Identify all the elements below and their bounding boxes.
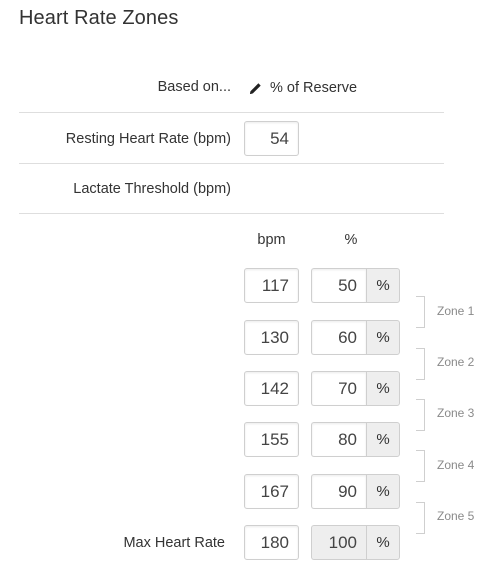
divider <box>19 213 444 214</box>
zone-percent-input[interactable]: 90 <box>311 474 366 509</box>
zone-bracket <box>416 502 425 534</box>
zone-label: Zone 1 <box>437 304 475 318</box>
percent-addon: % <box>366 320 400 355</box>
zone-bpm-input[interactable]: 117 <box>244 268 299 303</box>
zone-percent-input[interactable]: 50 <box>311 268 366 303</box>
zone-bpm-input[interactable]: 155 <box>244 422 299 457</box>
pencil-icon <box>250 82 261 94</box>
zone-percent-input[interactable]: 60 <box>311 320 366 355</box>
max-percent-group: 100 % <box>311 525 400 560</box>
resting-heart-rate-input[interactable]: 54 <box>244 121 299 156</box>
zone-bracket <box>416 450 425 482</box>
bpm-column-header: bpm <box>257 232 286 248</box>
zone-percent-input[interactable]: 80 <box>311 422 366 457</box>
max-heart-rate-label: Max Heart Rate <box>123 535 225 551</box>
based-on-selector[interactable]: % of Reserve <box>249 79 357 97</box>
percent-addon: % <box>366 525 400 560</box>
divider <box>19 112 444 113</box>
lactate-threshold-label: Lactate Threshold (bpm) <box>73 181 231 197</box>
percent-addon: % <box>366 422 400 457</box>
zone-percent-group: 70 % <box>311 371 400 406</box>
zone-bpm-input[interactable]: 142 <box>244 371 299 406</box>
based-on-label: Based on... <box>157 79 231 95</box>
zone-label: Zone 2 <box>437 355 475 369</box>
zone-percent-group: 60 % <box>311 320 400 355</box>
zone-percent-input[interactable]: 70 <box>311 371 366 406</box>
zone-percent-group: 50 % <box>311 268 400 303</box>
percent-column-header: % <box>344 232 358 248</box>
zone-percent-group: 90 % <box>311 474 400 509</box>
resting-heart-rate-label: Resting Heart Rate (bpm) <box>65 131 231 147</box>
based-on-value: % of Reserve <box>270 80 358 96</box>
zone-bracket <box>416 399 425 431</box>
zone-bracket <box>416 296 425 328</box>
zone-label: Zone 5 <box>437 509 475 523</box>
divider <box>19 163 444 164</box>
zone-label: Zone 3 <box>437 406 475 420</box>
zone-percent-group: 80 % <box>311 422 400 457</box>
percent-addon: % <box>366 268 400 303</box>
zone-label: Zone 4 <box>437 458 475 472</box>
zone-bpm-input[interactable]: 167 <box>244 474 299 509</box>
percent-addon: % <box>366 371 400 406</box>
zone-bracket <box>416 348 425 380</box>
zone-bpm-input[interactable]: 130 <box>244 320 299 355</box>
page-title: Heart Rate Zones <box>19 7 179 29</box>
max-heart-rate-input[interactable]: 180 <box>244 525 299 560</box>
max-percent-value: 100 <box>311 525 366 560</box>
percent-addon: % <box>366 474 400 509</box>
